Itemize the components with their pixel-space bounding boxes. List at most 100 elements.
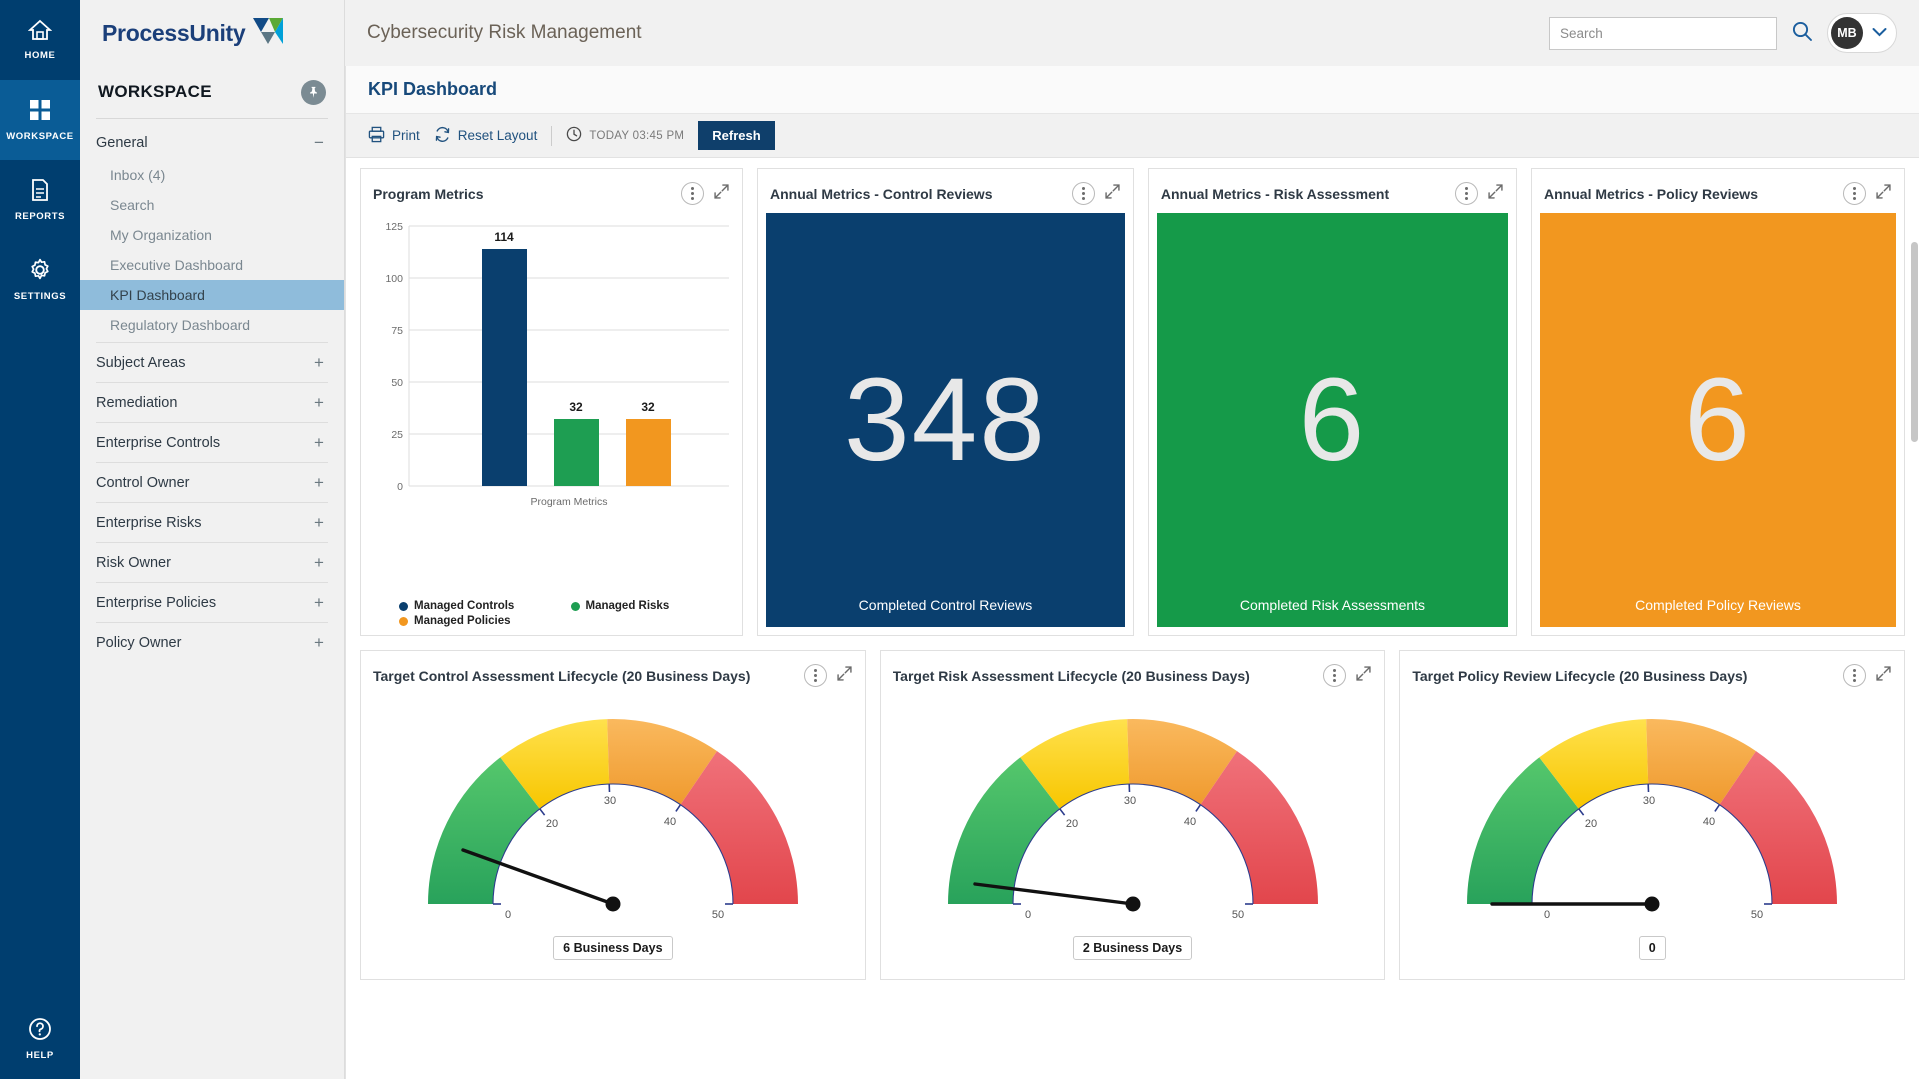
sidebar-item-my-organization[interactable]: My Organization [80,220,344,250]
card-policy-lifecycle: Target Policy Review Lifecycle (20 Busin… [1399,650,1905,980]
gauge-tick-30: 30 [1643,795,1655,807]
expand-icon: + [312,354,326,371]
card-header: Program Metrics [361,169,742,213]
expand-icon[interactable] [1487,183,1504,205]
expand-icon[interactable] [1104,183,1121,205]
card-risk-assessment: Annual Metrics - Risk Assessment 6 Compl… [1148,168,1517,636]
avatar: MB [1831,17,1863,49]
y-tick-125: 125 [385,221,403,233]
rail-label-settings: SETTINGS [14,291,66,302]
print-button[interactable]: Print [368,126,420,146]
nav-group-policy-owner[interactable]: Policy Owner + [80,625,344,660]
card-actions [681,182,730,205]
kpi-value: 6 [1299,361,1367,479]
nav-group-label: Control Owner [96,475,189,491]
last-updated: TODAY 03:45 PM [566,126,684,145]
card-menu-icon[interactable] [681,182,704,205]
chart-legend: Managed Controls Managed Risks Managed P… [361,596,742,635]
expand-icon: + [312,514,326,531]
sidebar-item-inbox[interactable]: Inbox (4) [80,160,344,190]
gauge-policy-lifecycle: 0 20 30 40 50 [1400,695,1904,979]
app-title: Cybersecurity Risk Management [345,22,1549,44]
card-actions [1072,182,1121,205]
nav-group-remediation[interactable]: Remediation + [80,385,344,420]
gauge-pivot [1125,897,1140,912]
kpi-tile: 348 Completed Control Reviews [766,213,1125,627]
expand-icon[interactable] [1875,665,1892,687]
vertical-scrollbar[interactable] [1911,242,1918,442]
sidebar-item-executive-dashboard[interactable]: Executive Dashboard [80,250,344,280]
nav-group-subject-areas[interactable]: Subject Areas + [80,345,344,380]
rail-item-home[interactable]: HOME [0,0,80,80]
gauge-tick-20: 20 [546,818,558,830]
kpi-value: 348 [844,361,1047,479]
chevron-down-icon [1872,24,1887,42]
expand-icon[interactable] [1875,183,1892,205]
nav-group-control-owner[interactable]: Control Owner + [80,465,344,500]
app-root: HOME WORKSPACE REPORTS SETTINGS HELP [0,0,1919,1079]
rail-item-help[interactable]: HELP [0,999,80,1079]
nav-divider [96,502,328,503]
sidebar-item-search[interactable]: Search [80,190,344,220]
y-tick-75: 75 [391,325,403,337]
brand-logo[interactable]: ProcessUnity [80,0,344,66]
expand-icon[interactable] [713,183,730,205]
card-title: Target Policy Review Lifecycle (20 Busin… [1412,668,1747,684]
card-menu-icon[interactable] [1455,182,1478,205]
rail-item-workspace[interactable]: WORKSPACE [0,80,80,160]
gauge-tick-0: 0 [1024,909,1030,921]
pin-icon[interactable] [301,80,326,105]
user-menu[interactable]: MB [1827,13,1897,53]
card-menu-icon[interactable] [1843,182,1866,205]
nav-divider [96,622,328,623]
nav-divider [96,422,328,423]
program-metrics-chart: 125 100 75 50 25 0 [361,213,742,596]
rail-item-settings[interactable]: SETTINGS [0,240,80,320]
nav-group-enterprise-controls[interactable]: Enterprise Controls + [80,425,344,460]
x-axis-label: Program Metrics [530,496,607,508]
nav-group-label: Remediation [96,395,177,411]
home-icon [28,19,52,46]
dashboard-row-1: Program Metrics 125 [360,168,1905,636]
expand-icon[interactable] [1355,665,1372,687]
card-actions [1455,182,1504,205]
card-menu-icon[interactable] [1072,182,1095,205]
card-menu-icon[interactable] [1843,664,1866,687]
card-title: Target Risk Assessment Lifecycle (20 Bus… [893,668,1250,684]
bar-managed-controls [482,249,527,486]
expand-icon: + [312,594,326,611]
search-input[interactable] [1549,17,1777,50]
icon-rail: HOME WORKSPACE REPORTS SETTINGS HELP [0,0,80,1079]
help-icon [28,1017,52,1046]
content-area: KPI Dashboard Print Reset Layout [345,66,1919,1079]
rail-item-reports[interactable]: REPORTS [0,160,80,240]
gauge-tick-50: 50 [1231,909,1243,921]
expand-icon[interactable] [836,665,853,687]
dashboard-row-2: Target Control Assessment Lifecycle (20 … [360,650,1905,980]
gauge-tick-30: 30 [604,795,616,807]
card-header: Target Control Assessment Lifecycle (20 … [361,651,865,695]
nav-group-risk-owner[interactable]: Risk Owner + [80,545,344,580]
refresh-button[interactable]: Refresh [698,121,774,150]
expand-icon: + [312,434,326,451]
legend-label: Managed Controls [414,600,514,612]
nav-divider [96,342,328,343]
rail-label-workspace: WORKSPACE [6,131,74,142]
reset-layout-button[interactable]: Reset Layout [434,126,538,146]
card-header: Annual Metrics - Risk Assessment [1149,169,1516,213]
nav-group-enterprise-policies[interactable]: Enterprise Policies + [80,585,344,620]
card-control-reviews: Annual Metrics - Control Reviews 348 Com… [757,168,1134,636]
nav-group-enterprise-risks[interactable]: Enterprise Risks + [80,505,344,540]
sidebar-item-regulatory-dashboard[interactable]: Regulatory Dashboard [80,310,344,340]
gauge-pivot [1645,897,1660,912]
gauge-risk-lifecycle: 0 20 30 40 50 [881,695,1385,979]
card-menu-icon[interactable] [1323,664,1346,687]
nav-group-general[interactable]: General − [80,125,344,160]
card-menu-icon[interactable] [804,664,827,687]
card-policy-reviews: Annual Metrics - Policy Reviews 6 Comple… [1531,168,1905,636]
collapse-icon: − [312,134,326,151]
sidebar-item-kpi-dashboard[interactable]: KPI Dashboard [80,280,344,310]
search-icon[interactable] [1791,20,1813,47]
bar-chart-svg: 125 100 75 50 25 0 [369,213,734,518]
nav-group-label: Enterprise Controls [96,435,220,451]
